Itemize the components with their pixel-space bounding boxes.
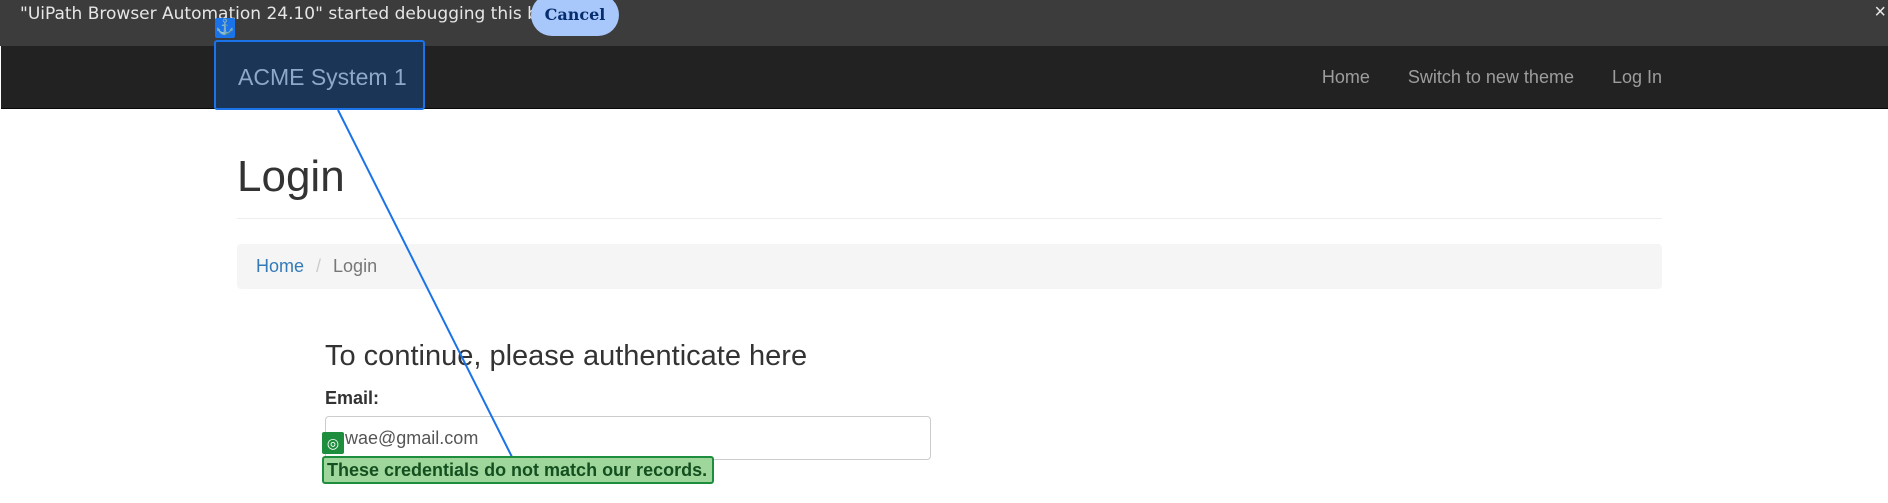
debug-message: "UiPath Browser Automation 24.10" starte… — [20, 4, 596, 24]
breadcrumb-separator: / — [316, 256, 322, 276]
email-field[interactable] — [325, 416, 931, 460]
nav-switch-theme-link[interactable]: Switch to new theme — [1389, 67, 1593, 88]
page-title: Login — [237, 152, 345, 201]
cancel-debug-button[interactable]: Cancel — [531, 0, 619, 36]
breadcrumb-home-link[interactable]: Home — [256, 256, 304, 277]
nav-home-link[interactable]: Home — [1303, 67, 1389, 88]
error-message: These credentials do not match our recor… — [327, 460, 708, 480]
title-divider — [237, 218, 1662, 219]
target-icon: ◎ — [322, 432, 344, 454]
email-label: Email: — [325, 388, 380, 408]
nav-links: Home Switch to new theme Log In — [1303, 46, 1662, 109]
navbar-brand[interactable]: ACME System 1 — [238, 64, 407, 91]
close-icon[interactable]: × — [1874, 0, 1886, 24]
auth-heading: To continue, please authenticate here — [325, 340, 808, 372]
breadcrumb: Home / Login — [237, 244, 1662, 289]
anchor-icon: ⚓ — [215, 18, 235, 38]
error-message-highlight: These credentials do not match our recor… — [322, 456, 714, 484]
breadcrumb-current: Login — [333, 256, 378, 276]
nav-login-link[interactable]: Log In — [1593, 67, 1662, 88]
navbar-brand-highlight[interactable]: ACME System 1 — [214, 40, 425, 110]
